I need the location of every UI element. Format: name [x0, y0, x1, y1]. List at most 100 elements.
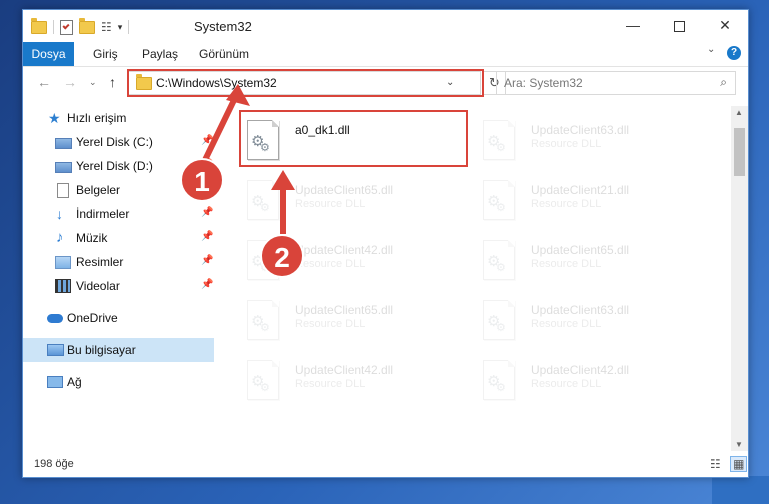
- file-item[interactable]: ⚙ ⚙ UpdateClient65.dll Resource DLL: [247, 296, 477, 348]
- file-type: Resource DLL: [531, 198, 602, 210]
- sidebar-item-videos[interactable]: Videolar 📌: [23, 274, 214, 298]
- quick-access-toolbar: ☷ ▾: [31, 17, 135, 36]
- tab-share[interactable]: Paylaş: [142, 42, 178, 66]
- file-item[interactable]: ⚙ ⚙ UpdateClient21.dll Resource DLL: [483, 176, 713, 228]
- dll-file-icon: ⚙⚙: [483, 240, 515, 280]
- maximize-button[interactable]: [656, 10, 702, 40]
- download-icon: ↓: [56, 206, 63, 222]
- large-icons-view-icon[interactable]: ▦: [730, 456, 748, 472]
- minimize-button[interactable]: —: [610, 10, 656, 40]
- file-item[interactable]: ⚙⚙ UpdateClient42.dll Resource DLL: [247, 356, 477, 408]
- file-name: UpdateClient42.dll: [531, 363, 630, 377]
- forward-button[interactable]: →: [63, 74, 77, 90]
- toolbar-separator: [128, 20, 130, 34]
- sidebar-item-label: Bu bilgisayar: [67, 343, 136, 357]
- file-name: UpdateClient63.dll: [531, 123, 630, 137]
- step-2-badge: 2: [260, 234, 304, 278]
- sidebar-item-label: Yerel Disk (D:): [76, 159, 153, 173]
- pin-icon[interactable]: 📌: [201, 279, 213, 290]
- title-bar: ☷ ▾ System32 — ✕: [23, 10, 748, 42]
- pin-icon[interactable]: 📌: [201, 255, 213, 266]
- navigation-pane: ★ Hızlı erişim Yerel Disk (C:) 📌 Yerel D…: [23, 106, 214, 449]
- tab-home[interactable]: Giriş: [93, 42, 118, 66]
- network-icon: [47, 376, 63, 388]
- search-placeholder: Ara: System32: [504, 76, 583, 90]
- toolbar-separator: [53, 20, 54, 34]
- sidebar-item-label: OneDrive: [67, 311, 118, 325]
- search-icon[interactable]: ⌕: [720, 75, 727, 90]
- explorer-window: ☷ ▾ System32 — ✕ Dosya Giriş Paylaş Görü…: [22, 9, 749, 478]
- customize-dropdown-icon[interactable]: ▾: [118, 22, 123, 33]
- dll-file-icon: ⚙⚙: [483, 180, 515, 220]
- file-item[interactable]: ⚙ ⚙ UpdateClient63.dll Resource DLL: [483, 116, 713, 168]
- ribbon-tabs: Dosya Giriş Paylaş Görünüm ⌄ ?: [23, 42, 748, 67]
- file-name: UpdateClient63.dll: [531, 303, 630, 317]
- sidebar-item-label: Hızlı erişim: [67, 111, 127, 125]
- sidebar-item-label: Yerel Disk (C:): [76, 135, 153, 149]
- back-button[interactable]: ←: [37, 74, 51, 90]
- sidebar-item-label: Müzik: [76, 231, 108, 245]
- recent-locations-button[interactable]: ⌄: [89, 77, 97, 88]
- dll-file-icon: ⚙⚙: [247, 180, 279, 220]
- sidebar-item-label: Resimler: [76, 255, 124, 269]
- file-item[interactable]: ⚙ ⚙ UpdateClient65.dll Resource DLL: [247, 176, 477, 228]
- close-button[interactable]: ✕: [702, 10, 748, 40]
- properties-icon[interactable]: [60, 19, 73, 35]
- sidebar-item-quick-access[interactable]: ★ Hızlı erişim: [23, 106, 214, 130]
- vertical-scrollbar[interactable]: ▲ ▼: [731, 106, 748, 451]
- dll-file-icon: ⚙⚙: [483, 300, 515, 340]
- gear-icon: ⚙: [260, 202, 270, 214]
- gear-icon: ⚙: [496, 142, 506, 154]
- gear-icon: ⚙: [260, 382, 270, 394]
- file-item[interactable]: ⚙ ⚙ UpdateClient65.dll Resource DLL: [483, 236, 713, 288]
- scroll-down-icon[interactable]: ▼: [735, 440, 743, 449]
- file-type: Resource DLL: [531, 138, 602, 150]
- customize-view-icon[interactable]: ☷: [101, 20, 112, 34]
- file-name: UpdateClient65.dll: [531, 243, 630, 257]
- tab-file[interactable]: Dosya: [23, 42, 74, 66]
- scroll-thumb[interactable]: [734, 128, 745, 176]
- up-button[interactable]: ↑: [109, 74, 116, 90]
- view-switcher: ☷ ▦: [704, 456, 748, 472]
- file-name: UpdateClient42.dll: [295, 363, 394, 377]
- new-folder-icon[interactable]: [79, 17, 95, 34]
- music-icon: ♪: [56, 229, 64, 246]
- expand-ribbon-icon[interactable]: ⌄: [707, 44, 715, 55]
- folder-icon[interactable]: [31, 17, 47, 34]
- scroll-up-icon[interactable]: ▲: [735, 108, 743, 117]
- details-view-icon[interactable]: ☷: [710, 457, 721, 471]
- gear-icon: ⚙: [496, 382, 506, 394]
- gear-icon: ⚙: [496, 262, 506, 274]
- file-type: Resource DLL: [531, 378, 602, 390]
- sidebar-item-this-pc[interactable]: Bu bilgisayar: [23, 338, 214, 362]
- disk-icon: [55, 138, 72, 149]
- videos-icon: [55, 279, 71, 293]
- disk-icon: [55, 162, 72, 173]
- sidebar-item-network[interactable]: Ağ: [23, 370, 214, 394]
- pin-icon[interactable]: 📌: [201, 207, 213, 218]
- sidebar-item-downloads[interactable]: ↓ İndirmeler 📌: [23, 202, 214, 226]
- sidebar-item-onedrive[interactable]: OneDrive: [23, 306, 214, 330]
- sidebar-item-pictures[interactable]: Resimler 📌: [23, 250, 214, 274]
- pin-icon[interactable]: 📌: [201, 135, 213, 146]
- sidebar-item-label: Ağ: [67, 375, 82, 389]
- gear-icon: ⚙: [496, 202, 506, 214]
- pin-icon[interactable]: 📌: [201, 231, 213, 242]
- file-name: UpdateClient65.dll: [295, 303, 394, 317]
- file-item[interactable]: ⚙⚙ UpdateClient42.dll Resource DLL: [483, 356, 713, 408]
- help-icon[interactable]: ?: [727, 46, 741, 60]
- computer-icon: [47, 344, 64, 356]
- file-type: Resource DLL: [295, 258, 366, 270]
- dll-file-icon: ⚙⚙: [483, 120, 515, 160]
- file-type: Resource DLL: [531, 258, 602, 270]
- file-item[interactable]: ⚙ ⚙ UpdateClient63.dll Resource DLL: [483, 296, 713, 348]
- search-box[interactable]: Ara: System32 ⌕: [496, 71, 736, 95]
- sidebar-item-music[interactable]: ♪ Müzik 📌: [23, 226, 214, 250]
- dll-file-icon: ⚙⚙: [247, 360, 279, 400]
- tab-view[interactable]: Görünüm: [199, 42, 249, 66]
- step-1-badge: 1: [180, 158, 224, 202]
- file-highlight-box: [239, 110, 468, 167]
- status-bar: 198 öğe ☷ ▦: [23, 451, 748, 477]
- file-type: Resource DLL: [295, 318, 366, 330]
- sidebar-item-disk-c[interactable]: Yerel Disk (C:) 📌: [23, 130, 214, 154]
